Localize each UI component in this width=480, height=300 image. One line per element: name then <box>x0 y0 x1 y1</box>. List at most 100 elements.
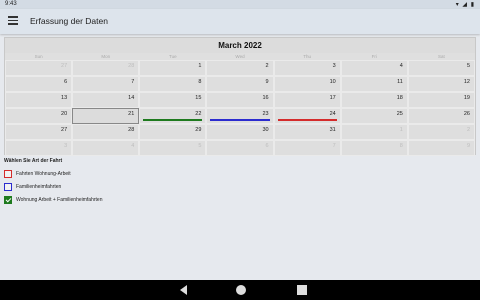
calendar-day[interactable]: 27 <box>5 60 73 76</box>
status-time: 9:43 <box>5 1 17 7</box>
calendar-day[interactable]: 30 <box>206 124 274 140</box>
calendar-day-number: 2 <box>466 127 470 133</box>
calendar-day[interactable]: 13 <box>5 92 73 108</box>
calendar-day-number: 15 <box>195 95 202 101</box>
weekday-label: Thu <box>303 54 312 59</box>
calendar-day[interactable]: 3 <box>5 140 73 156</box>
calendar-day[interactable]: 1 <box>340 124 408 140</box>
app-title: Erfassung der Daten <box>30 16 108 26</box>
calendar-day-number: 27 <box>61 63 68 69</box>
calendar-day-number: 25 <box>396 111 403 117</box>
calendar-day[interactable]: 8 <box>139 76 207 92</box>
calendar-day-number: 6 <box>64 79 68 85</box>
calendar-day-number: 30 <box>262 127 269 133</box>
calendar-day-number: 1 <box>399 127 403 133</box>
calendar-day[interactable]: 17 <box>273 92 341 108</box>
calendar-day[interactable]: 7 <box>72 76 140 92</box>
calendar-day[interactable]: 29 <box>139 124 207 140</box>
calendar-day[interactable]: 4 <box>340 60 408 76</box>
trip-marker-bar <box>210 119 270 121</box>
weekday-label: Sun <box>34 54 43 59</box>
calendar-day[interactable]: 2 <box>407 124 475 140</box>
calendar-day[interactable]: 2 <box>206 60 274 76</box>
calendar-day-number: 27 <box>61 127 68 133</box>
legend-item-label: Wohnung Arbeit + Familienheimfahrten <box>16 197 103 203</box>
calendar-day[interactable]: 20 <box>5 108 73 124</box>
trip-marker-bar <box>143 119 203 121</box>
calendar-day[interactable]: 28 <box>72 124 140 140</box>
calendar-day[interactable]: 11 <box>340 76 408 92</box>
calendar-day[interactable]: 24 <box>273 108 341 124</box>
calendar-day[interactable]: 15 <box>139 92 207 108</box>
calendar-day[interactable]: 12 <box>407 76 475 92</box>
calendar-day-number: 3 <box>332 63 336 69</box>
calendar-day[interactable]: 28 <box>72 60 140 76</box>
checkbox-icon[interactable] <box>4 196 12 204</box>
hamburger-menu-icon[interactable] <box>8 16 18 26</box>
calendar-day-number: 20 <box>61 111 68 117</box>
calendar-day[interactable]: 23 <box>206 108 274 124</box>
legend-item[interactable]: Fahrten Wohnung-Arbeit <box>4 168 102 180</box>
checkbox-icon[interactable] <box>4 183 12 191</box>
app-bar: Erfassung der Daten <box>0 9 480 34</box>
legend-item[interactable]: Familienheimfahrten <box>4 181 102 193</box>
calendar-day-number: 4 <box>131 143 135 149</box>
calendar-day-number: 7 <box>131 79 135 85</box>
back-icon[interactable] <box>177 285 187 295</box>
calendar-day-number: 24 <box>329 111 336 117</box>
calendar-day-number: 5 <box>198 143 202 149</box>
trip-marker-bar <box>277 119 337 121</box>
calendar-day-number: 14 <box>128 95 135 101</box>
calendar-day[interactable]: 5 <box>139 140 207 156</box>
calendar-day[interactable]: 21 <box>72 108 140 124</box>
calendar-day[interactable]: 4 <box>72 140 140 156</box>
calendar-day-number: 9 <box>466 143 470 149</box>
calendar-day-number: 2 <box>265 63 269 69</box>
calendar-day-number: 3 <box>64 143 68 149</box>
calendar-day-number: 17 <box>329 95 336 101</box>
calendar-day-number: 10 <box>329 79 336 85</box>
calendar-day-number: 26 <box>463 111 470 117</box>
calendar-day[interactable]: 3 <box>273 60 341 76</box>
calendar-day[interactable]: 8 <box>340 140 408 156</box>
calendar-day[interactable]: 7 <box>273 140 341 156</box>
calendar-days-grid: 27 28 1 2 3 4 5 6 7 8 9 10 11 12 13 14 15 16 17 18 19 20 21 22 2… <box>5 60 475 156</box>
calendar-day[interactable]: 1 <box>139 60 207 76</box>
calendar-day-number: 21 <box>128 111 135 117</box>
calendar-day-number: 12 <box>463 79 470 85</box>
calendar-day[interactable]: 18 <box>340 92 408 108</box>
calendar-day[interactable]: 27 <box>5 124 73 140</box>
recent-apps-icon[interactable] <box>297 285 307 295</box>
weekday-label: Tue <box>169 54 177 59</box>
calendar-day[interactable]: 6 <box>206 140 274 156</box>
calendar-day[interactable]: 10 <box>273 76 341 92</box>
legend-heading: Wählen Sie Art der Fahrt <box>4 158 63 164</box>
home-icon[interactable] <box>236 285 246 295</box>
calendar-day[interactable]: 9 <box>206 76 274 92</box>
calendar-day[interactable]: 31 <box>273 124 341 140</box>
calendar-day[interactable]: 14 <box>72 92 140 108</box>
calendar-day[interactable]: 19 <box>407 92 475 108</box>
weekday-label: Sat <box>438 54 445 59</box>
calendar-day[interactable]: 9 <box>407 140 475 156</box>
calendar-day[interactable]: 25 <box>340 108 408 124</box>
calendar-weekdays: Sun Mon Tue Wed Thu Fri Sat <box>5 53 475 60</box>
navigation-bar <box>0 280 480 300</box>
calendar-day[interactable]: 6 <box>5 76 73 92</box>
calendar-day[interactable]: 26 <box>407 108 475 124</box>
calendar-month-title: March 2022 <box>5 38 475 53</box>
calendar-day[interactable]: 22 <box>139 108 207 124</box>
calendar-day-number: 6 <box>265 143 269 149</box>
trip-type-legend: Wählen Sie Art der Fahrt Fahrten Wohnung… <box>4 158 102 207</box>
calendar-day-number: 31 <box>329 127 336 133</box>
checkbox-icon[interactable] <box>4 170 12 178</box>
calendar-day-number: 7 <box>332 143 336 149</box>
calendar-day-number: 11 <box>397 79 403 85</box>
calendar-day[interactable]: 5 <box>407 60 475 76</box>
legend-item[interactable]: Wohnung Arbeit + Familienheimfahrten <box>4 194 102 206</box>
calendar-day-number: 23 <box>262 111 269 117</box>
calendar-day[interactable]: 16 <box>206 92 274 108</box>
calendar-day-number: 1 <box>198 63 202 69</box>
calendar-day-number: 8 <box>399 143 403 149</box>
status-bar: 9:43 ▾ ◢ ▮ <box>0 0 480 9</box>
